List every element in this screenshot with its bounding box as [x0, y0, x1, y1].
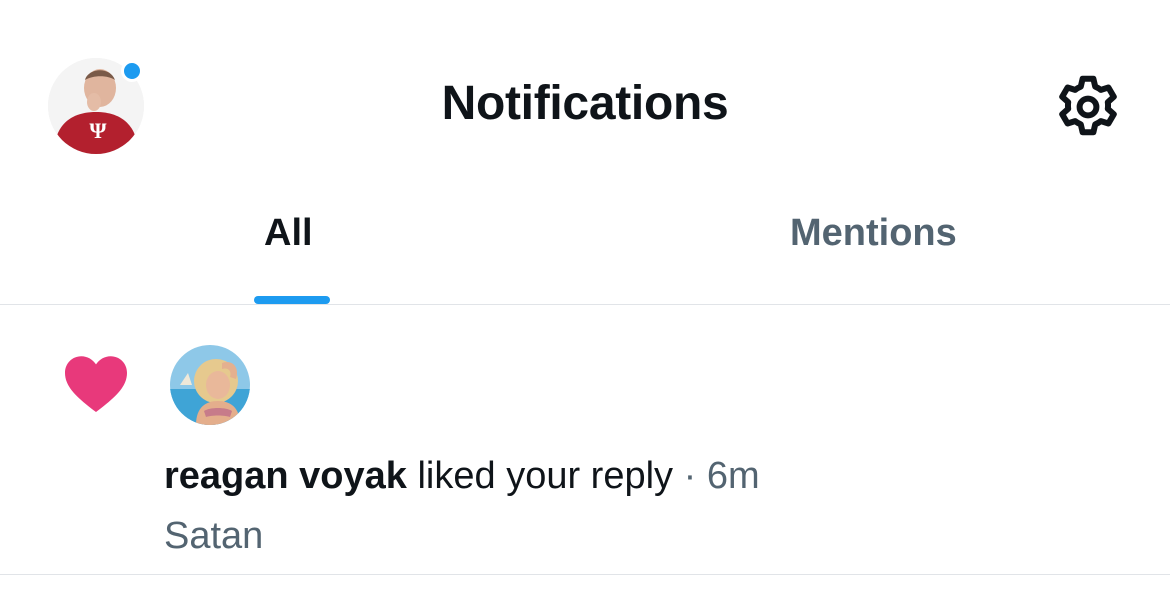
notification-text: reagan voyak liked your reply · 6m	[164, 455, 760, 498]
page-title: Notifications	[441, 77, 729, 130]
notification-reply-text: Satan	[164, 515, 264, 557]
active-tab-indicator	[254, 296, 330, 304]
divider	[0, 574, 1170, 575]
tab-all[interactable]: All	[264, 212, 313, 255]
user-avatar-image	[170, 345, 250, 425]
tab-mentions[interactable]: Mentions	[790, 212, 957, 255]
settings-button[interactable]	[1052, 71, 1124, 143]
divider	[0, 304, 1170, 305]
notification-time: 6m	[706, 455, 760, 497]
notification-user-name[interactable]: reagan voyak	[164, 455, 407, 497]
heart-icon	[65, 356, 127, 413]
gear-icon	[1059, 75, 1117, 136]
notification-separator: ·	[683, 455, 697, 497]
user-avatar[interactable]	[170, 345, 250, 425]
notification-action: liked your reply	[417, 455, 674, 497]
